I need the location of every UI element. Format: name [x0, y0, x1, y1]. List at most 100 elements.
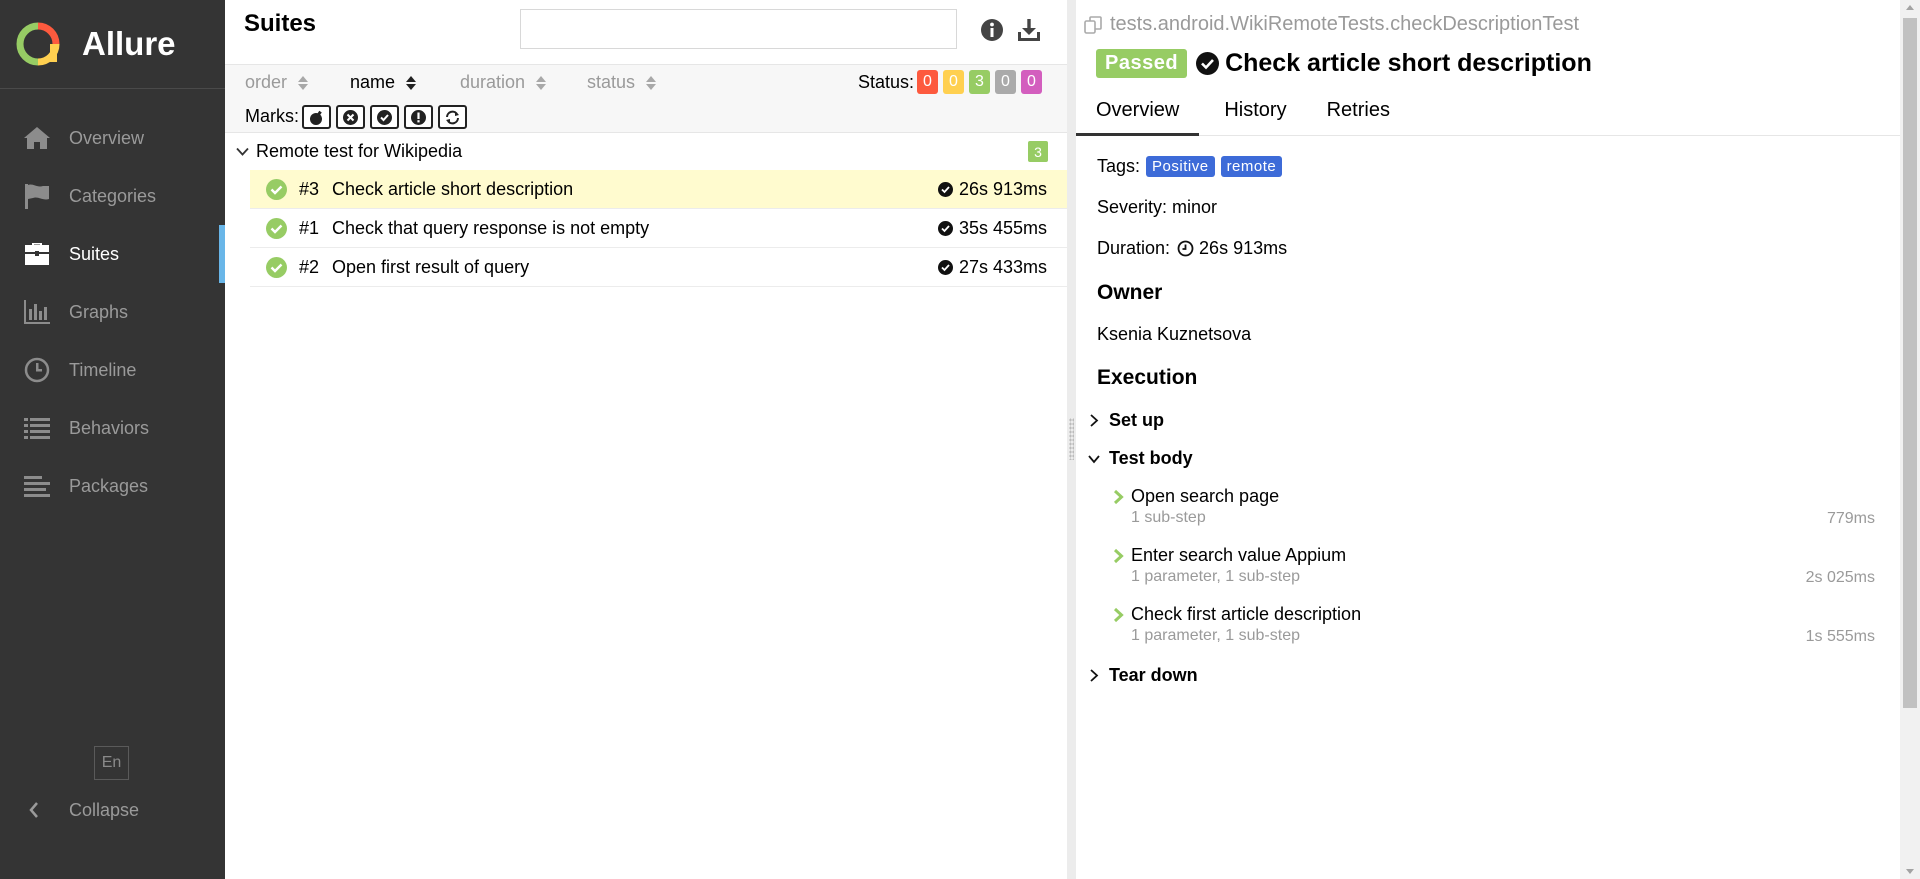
test-duration-value: 27s 433ms — [958, 256, 1047, 277]
test-duration-value: 35s 455ms — [958, 217, 1047, 238]
duration-value: 26s 913ms — [1199, 238, 1288, 258]
test-fullname-text: tests.android.WikiRemoteTests.checkDescr… — [1110, 13, 1580, 35]
chevron-right-icon — [1090, 669, 1099, 682]
status-skipped-badge[interactable]: 0 — [995, 70, 1016, 94]
step-item[interactable]: Open search page 1 sub-step 779ms — [1113, 486, 1875, 527]
clock-icon — [1177, 240, 1194, 257]
sidebar-item-label: Behaviors — [69, 417, 150, 438]
new-broken-mark-icon[interactable] — [404, 105, 433, 129]
copy-icon[interactable] — [1083, 15, 1103, 35]
sidebar-item-overview[interactable]: Overview — [0, 109, 225, 167]
sidebar-item-packages[interactable]: Packages — [0, 457, 225, 515]
severity: Severity: minor — [1097, 197, 1218, 217]
collapse-button[interactable]: Collapse — [0, 793, 225, 827]
chevron-down-icon — [1088, 455, 1100, 464]
step-duration: 779ms — [1826, 510, 1875, 527]
suites-pane: Suites order name duration status Status… — [225, 0, 1067, 879]
tab-history[interactable]: History — [1204, 90, 1306, 136]
scroll-down-arrow-icon[interactable] — [1906, 869, 1914, 874]
step-name-row: Open search page — [1113, 486, 1875, 507]
sort-status[interactable]: status — [587, 72, 657, 93]
language-switch[interactable]: En — [94, 746, 129, 780]
step-name-row: Enter search value Appium — [1113, 545, 1875, 566]
suites-header: Suites — [225, 0, 1067, 65]
test-fullname: tests.android.WikiRemoteTests.checkDescr… — [1083, 13, 1579, 36]
sidebar-item-label: Timeline — [69, 359, 137, 380]
scrollbar-thumb[interactable] — [1903, 18, 1917, 708]
tab-overview[interactable]: Overview — [1076, 90, 1200, 136]
retries-status-change-mark-icon[interactable] — [438, 105, 467, 129]
status-filter: 0 0 3 0 0 — [917, 70, 1042, 94]
check-circle-icon — [937, 220, 953, 236]
duration-label: Duration: — [1097, 238, 1171, 258]
test-duration: 26s 913ms — [937, 178, 1047, 200]
test-title: Check article short description — [1225, 49, 1592, 77]
chevron-right-icon — [1113, 489, 1124, 504]
setup-section[interactable]: Set up — [1088, 410, 1164, 431]
sidebar-item-behaviors[interactable]: Behaviors — [0, 399, 225, 457]
page-title: Suites — [244, 10, 317, 37]
chevron-right-icon — [1090, 414, 1099, 427]
test-duration: 35s 455ms — [937, 217, 1047, 239]
step-duration: 1s 555ms — [1805, 628, 1875, 645]
sidebar-item-timeline[interactable]: Timeline — [0, 341, 225, 399]
sort-name[interactable]: name — [350, 72, 417, 93]
scroll-up-arrow-icon[interactable] — [1906, 5, 1914, 10]
sort-order[interactable]: order — [245, 72, 309, 93]
brand[interactable]: Allure — [0, 0, 225, 89]
flaky-mark-icon[interactable] — [302, 105, 331, 129]
sidebar: Allure Overview Categories Suites Graphs… — [0, 0, 225, 879]
chevron-right-icon — [1113, 607, 1124, 622]
table-row[interactable]: #3 Check article short description 26s 9… — [250, 170, 1067, 209]
search-input[interactable] — [520, 9, 957, 49]
status-failed-badge[interactable]: 0 — [917, 70, 938, 94]
test-number: #2 — [299, 256, 320, 277]
tags-row: Tags: Positive remote — [1097, 156, 1283, 177]
test-title-row: Passed Check article short description — [1096, 49, 1592, 78]
duration-row: Duration: 26s 913ms — [1097, 238, 1287, 259]
check-circle-icon — [937, 181, 953, 197]
status-passed-badge[interactable]: 3 — [969, 70, 990, 94]
test-body-section[interactable]: Test body — [1088, 448, 1193, 469]
allure-logo-icon — [16, 22, 60, 66]
sidebar-item-graphs[interactable]: Graphs — [0, 283, 225, 341]
table-row[interactable]: #2 Open first result of query 27s 433ms — [250, 248, 1067, 287]
download-icon[interactable] — [1015, 16, 1043, 44]
test-name: Check that query response is not empty — [332, 217, 650, 238]
flag-icon — [22, 183, 52, 209]
teardown-label: Tear down — [1109, 665, 1198, 685]
status-unknown-badge[interactable]: 0 — [1021, 70, 1042, 94]
step-item[interactable]: Enter search value Appium 1 parameter, 1… — [1113, 545, 1875, 586]
tab-retries[interactable]: Retries — [1307, 90, 1410, 136]
sidebar-item-label: Overview — [69, 127, 145, 148]
new-passed-mark-icon[interactable] — [370, 105, 399, 129]
test-number: #1 — [299, 217, 320, 238]
sidebar-item-categories[interactable]: Categories — [0, 167, 225, 225]
table-row[interactable]: #1 Check that query response is not empt… — [250, 209, 1067, 248]
sort-label: status — [587, 72, 636, 92]
suite-group[interactable]: Remote test for Wikipedia 3 — [225, 133, 1067, 170]
sort-label: order — [245, 72, 288, 92]
suite-group-name: Remote test for Wikipedia — [256, 141, 463, 161]
step-name-row: Check first article description — [1113, 604, 1875, 625]
status-badge: Passed — [1096, 49, 1188, 78]
new-failed-mark-icon[interactable] — [336, 105, 365, 129]
setup-label: Set up — [1109, 410, 1165, 430]
list-icon — [22, 415, 52, 441]
sort-label: duration — [460, 72, 526, 92]
status-broken-badge[interactable]: 0 — [943, 70, 964, 94]
test-duration-value: 26s 913ms — [958, 178, 1047, 199]
sidebar-item-suites[interactable]: Suites — [0, 225, 225, 283]
test-name: Open first result of query — [332, 256, 530, 277]
step-name: Check first article description — [1131, 604, 1362, 624]
info-icon[interactable] — [978, 16, 1006, 44]
home-icon — [22, 125, 52, 151]
pane-splitter[interactable] — [1067, 0, 1076, 879]
step-item[interactable]: Check first article description 1 parame… — [1113, 604, 1875, 645]
sidebar-nav: Overview Categories Suites Graphs Timeli… — [0, 109, 225, 515]
teardown-section[interactable]: Tear down — [1088, 665, 1198, 686]
suite-group-count: 3 — [1028, 141, 1048, 162]
details-scrollbar[interactable] — [1900, 0, 1920, 879]
sort-label: name — [350, 72, 396, 92]
sort-duration[interactable]: duration — [460, 72, 547, 93]
